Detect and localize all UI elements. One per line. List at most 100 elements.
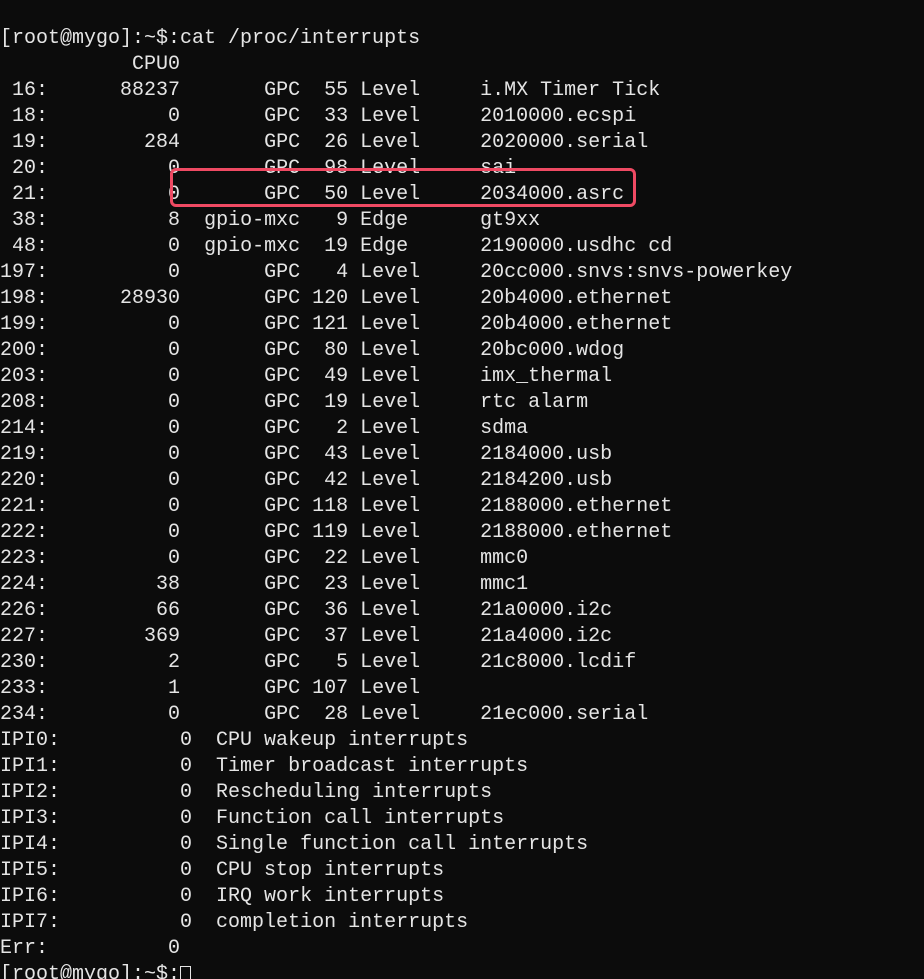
irq-num: 20: (0, 157, 48, 180)
cursor (180, 966, 191, 979)
irq-type: Level (360, 599, 420, 622)
irq-num: 233: (0, 677, 48, 700)
irq-hw: 50 (312, 183, 348, 206)
irq-hw: 9 (312, 209, 348, 232)
irq-hw: 107 (312, 677, 348, 700)
irq-type: Level (360, 625, 420, 648)
ipi-desc: Timer broadcast interrupts (192, 755, 528, 778)
irq-ctrl: GPC (204, 79, 300, 102)
irq-cnt: 0 (48, 703, 180, 726)
irq-cnt: 0 (48, 469, 180, 492)
ipi-name: IPI1: (0, 755, 60, 778)
prompt-line-2[interactable]: [root@mygo]:~$: (0, 963, 180, 979)
ipi-name: IPI5: (0, 859, 60, 882)
irq-cnt: 0 (48, 235, 180, 258)
ipi-name: IPI7: (0, 911, 60, 934)
irq-type: Level (360, 365, 420, 388)
irq-num: 38: (0, 209, 48, 232)
ipi-cnt: 0 (60, 911, 192, 934)
irq-num: 19: (0, 131, 48, 154)
irq-type: Level (360, 703, 420, 726)
irq-hw: 5 (312, 651, 348, 674)
irq-cnt: 0 (48, 391, 180, 414)
irq-dev: mmc1 (432, 573, 528, 596)
err-line: Err: 0 (0, 937, 180, 960)
ipi-cnt: 0 (60, 781, 192, 804)
irq-type: Level (360, 495, 420, 518)
table-row: 203: 0 GPC 49 Level imx_thermal (0, 365, 612, 388)
irq-num: 198: (0, 287, 48, 310)
irq-cnt: 8 (48, 209, 180, 232)
irq-ctrl: GPC (204, 469, 300, 492)
irq-dev: sai (432, 157, 516, 180)
irq-hw: 33 (312, 105, 348, 128)
table-row: IPI3: 0 Function call interrupts (0, 807, 504, 830)
irq-type: Level (360, 261, 420, 284)
irq-cnt: 0 (48, 417, 180, 440)
irq-num: 221: (0, 495, 48, 518)
irq-dev: 2190000.usdhc cd (432, 235, 672, 258)
table-row: IPI6: 0 IRQ work interrupts (0, 885, 444, 908)
irq-ctrl: GPC (204, 131, 300, 154)
irq-hw: 23 (312, 573, 348, 596)
irq-num: 219: (0, 443, 48, 466)
irq-hw: 43 (312, 443, 348, 466)
table-row: 19: 284 GPC 26 Level 2020000.serial (0, 131, 648, 154)
irq-num: 227: (0, 625, 48, 648)
irq-ctrl: GPC (204, 287, 300, 310)
irq-ctrl: gpio-mxc (204, 235, 300, 258)
table-row: 222: 0 GPC 119 Level 2188000.ethernet (0, 521, 672, 544)
ipi-table: IPI0: 0 CPU wakeup interrupts IPI1: 0 Ti… (0, 728, 924, 936)
irq-dev: 2034000.asrc (432, 183, 624, 206)
irq-cnt: 88237 (48, 79, 180, 102)
irq-num: 48: (0, 235, 48, 258)
irq-num: 214: (0, 417, 48, 440)
irq-cnt: 28930 (48, 287, 180, 310)
ipi-cnt: 0 (60, 729, 192, 752)
irq-num: 208: (0, 391, 48, 414)
irq-num: 197: (0, 261, 48, 284)
irq-type: Level (360, 157, 420, 180)
irq-type: Level (360, 573, 420, 596)
irq-ctrl: GPC (204, 573, 300, 596)
table-row: 200: 0 GPC 80 Level 20bc000.wdog (0, 339, 624, 362)
irq-num: 16: (0, 79, 48, 102)
ipi-desc: IRQ work interrupts (192, 885, 444, 908)
irq-cnt: 0 (48, 313, 180, 336)
irq-num: 199: (0, 313, 48, 336)
irq-hw: 4 (312, 261, 348, 284)
irq-ctrl: GPC (204, 677, 300, 700)
irq-table: 16: 88237 GPC 55 Level i.MX Timer Tick 1… (0, 78, 924, 728)
table-row: 224: 38 GPC 23 Level mmc1 (0, 573, 528, 596)
irq-ctrl: GPC (204, 703, 300, 726)
irq-hw: 120 (312, 287, 348, 310)
irq-num: 224: (0, 573, 48, 596)
irq-type: Level (360, 417, 420, 440)
irq-hw: 19 (312, 391, 348, 414)
irq-type: Edge (360, 209, 420, 232)
irq-dev: sdma (432, 417, 528, 440)
irq-ctrl: GPC (204, 495, 300, 518)
prompt-line: [root@mygo]:~$:cat /proc/interrupts (0, 27, 420, 50)
irq-hw: 42 (312, 469, 348, 492)
irq-dev: i.MX Timer Tick (432, 79, 660, 102)
ipi-desc: completion interrupts (192, 911, 468, 934)
irq-dev: 2020000.serial (432, 131, 648, 154)
irq-cnt: 0 (48, 495, 180, 518)
irq-dev: 20b4000.ethernet (432, 287, 672, 310)
irq-num: 203: (0, 365, 48, 388)
irq-ctrl: GPC (204, 365, 300, 388)
table-row: IPI0: 0 CPU wakeup interrupts (0, 729, 468, 752)
irq-hw: 80 (312, 339, 348, 362)
ipi-desc: CPU stop interrupts (192, 859, 444, 882)
irq-cnt: 0 (48, 521, 180, 544)
irq-dev: gt9xx (432, 209, 540, 232)
table-row: 214: 0 GPC 2 Level sdma (0, 417, 528, 440)
irq-num: 234: (0, 703, 48, 726)
table-row: 21: 0 GPC 50 Level 2034000.asrc (0, 183, 624, 206)
table-row: 18: 0 GPC 33 Level 2010000.ecspi (0, 105, 636, 128)
irq-type: Level (360, 313, 420, 336)
irq-hw: 2 (312, 417, 348, 440)
irq-ctrl: GPC (204, 183, 300, 206)
irq-dev: imx_thermal (432, 365, 612, 388)
